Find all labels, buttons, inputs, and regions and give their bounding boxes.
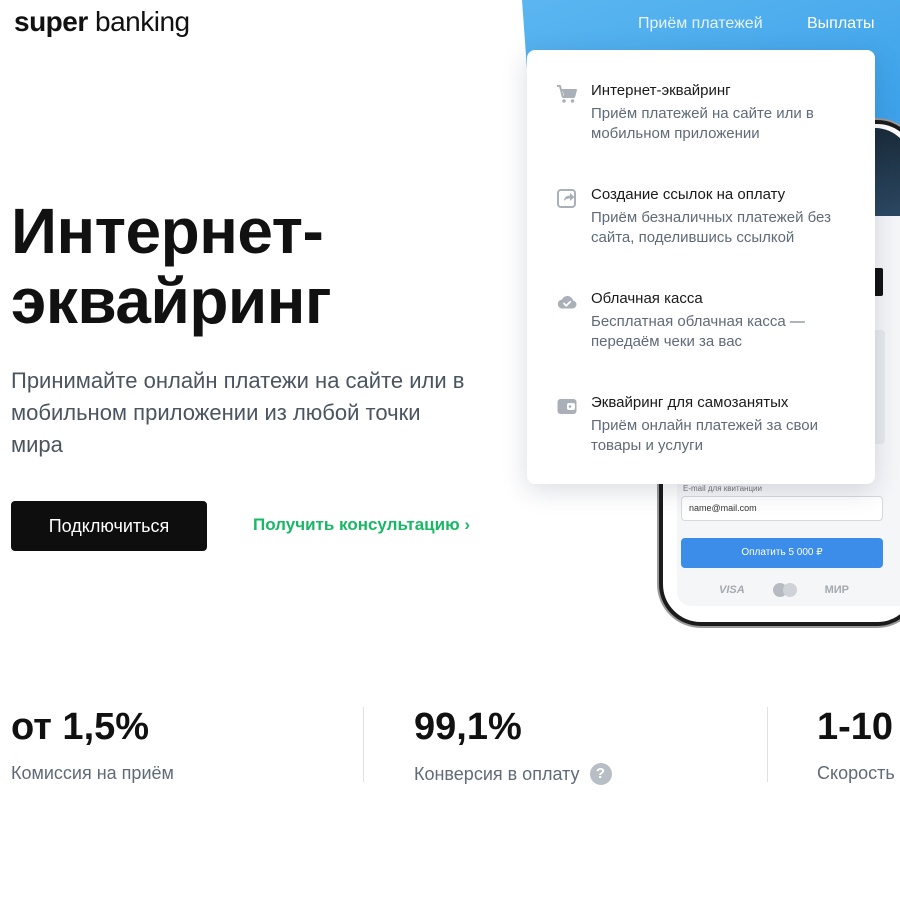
stat-commission: от 1,5% Комиссия на приём bbox=[11, 706, 174, 784]
stat-label: Конверсия в оплату ? bbox=[414, 763, 612, 785]
mir-logo: МИР bbox=[824, 584, 849, 596]
stat-value: 1-10 bbox=[817, 706, 894, 748]
menu-item-description: Бесплатная облачная касса — передаём чек… bbox=[591, 313, 805, 350]
nav-payouts[interactable]: Выплаты bbox=[807, 15, 875, 33]
logo-part-light: banking bbox=[95, 6, 190, 37]
logo-part-bold: super bbox=[14, 6, 88, 37]
nav-receive-payments[interactable]: Приём платежей bbox=[638, 15, 763, 33]
hero-title: Интернет-эквайринг bbox=[11, 195, 332, 337]
stat-value: 99,1% bbox=[414, 706, 522, 748]
menu-item-title: Создание ссылок на оплату bbox=[591, 186, 786, 203]
consultation-link[interactable]: Получить консультацию › bbox=[253, 515, 470, 535]
phone-email-label: E-mail для квитанции bbox=[683, 484, 762, 493]
phone-pay-button[interactable]: Оплатить 5 000 ₽ bbox=[681, 538, 883, 568]
cloud-check-icon bbox=[555, 290, 579, 314]
stat-label: Скорость bbox=[817, 763, 895, 783]
phone-email-input[interactable]: name@mail.com bbox=[681, 496, 883, 521]
menu-item-description: Приём платежей на сайте или в мобильном … bbox=[591, 105, 814, 142]
stat-divider bbox=[363, 707, 364, 782]
logo[interactable]: super banking bbox=[14, 6, 190, 38]
stat-speed: 1-10 Скорость bbox=[817, 706, 895, 784]
cart-icon bbox=[555, 82, 579, 106]
visa-logo: VISA bbox=[719, 584, 745, 596]
stat-divider bbox=[767, 707, 768, 782]
hero-subtitle: Принимайте онлайн платежи на сайте или в… bbox=[11, 368, 465, 457]
wallet-icon bbox=[555, 394, 579, 418]
stat-label: Комиссия на приём bbox=[11, 763, 174, 783]
payment-brands: VISA МИР bbox=[719, 582, 849, 598]
menu-item-description: Приём онлайн платежей за свои товары и у… bbox=[591, 417, 818, 454]
menu-item-title: Интернет-эквайринг bbox=[591, 82, 731, 99]
help-icon[interactable]: ? bbox=[589, 763, 612, 785]
menu-item-title: Эквайринг для самозанятых bbox=[591, 394, 789, 411]
payments-dropdown-menu: Интернет-эквайринг Приём платежей на сай… bbox=[527, 50, 875, 484]
connect-button[interactable]: Подключиться bbox=[11, 501, 207, 551]
mastercard-logo bbox=[772, 583, 797, 597]
stat-conversion: 99,1% Конверсия в оплату ? bbox=[414, 706, 612, 785]
stat-value: от 1,5% bbox=[11, 706, 150, 748]
menu-item-title: Облачная касса bbox=[591, 290, 703, 307]
share-link-icon bbox=[555, 186, 579, 210]
menu-item-description: Приём безналичных платежей без сайта, по… bbox=[591, 209, 831, 246]
